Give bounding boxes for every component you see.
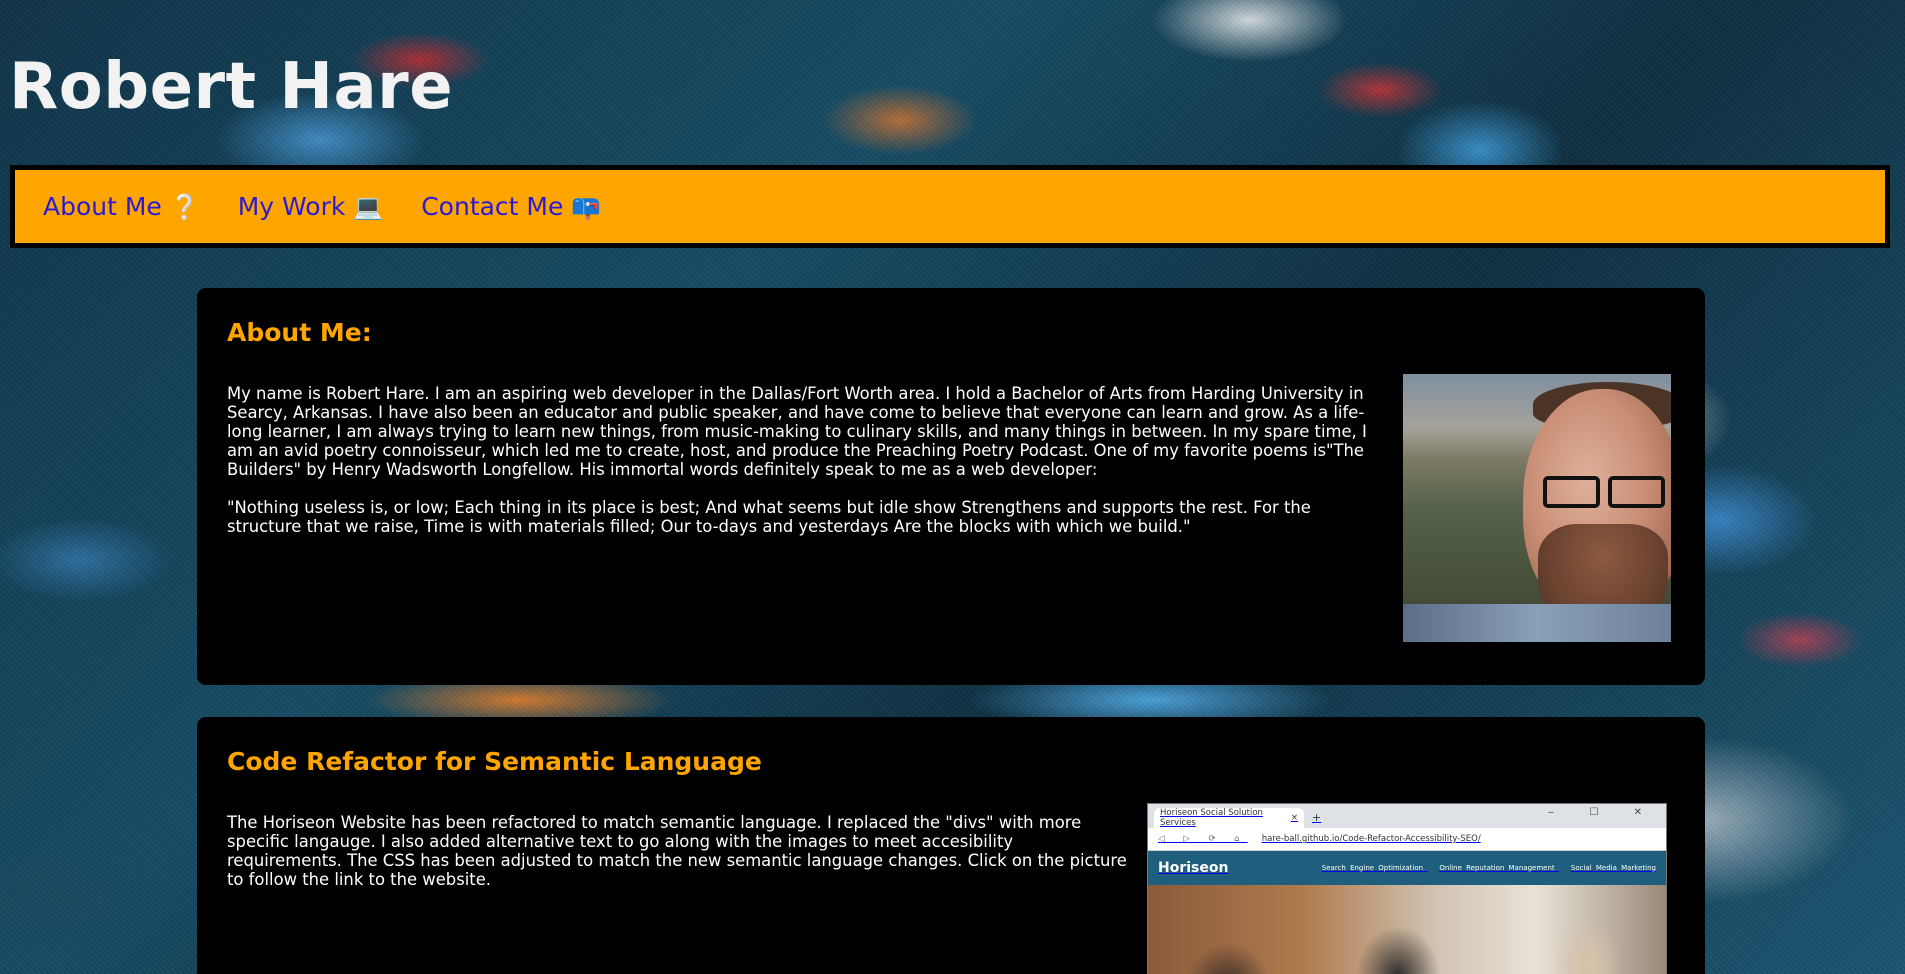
site-link: Social Media Marketing [1570, 864, 1656, 872]
project-description: The Horiseon Website has been refactored… [227, 813, 1132, 908]
project-heading: Code Refactor for Semantic Language [227, 747, 762, 776]
browser-address-bar: ◁ ▷ ⟳ ⌂ hare-ball.github.io/Code-Refacto… [1148, 828, 1666, 851]
about-me-section: About Me: My name is Robert Hare. I am a… [197, 288, 1705, 685]
site-nav-preview: Search Engine Optimization Online Reputa… [1310, 864, 1656, 872]
nav-link-my-work[interactable]: My Work 💻 [238, 192, 384, 221]
nav-link-label: About Me [43, 192, 162, 221]
question-mark-icon: ❔ [169, 192, 200, 221]
nav-link-label: Contact Me [421, 192, 564, 221]
profile-photo [1403, 374, 1671, 642]
about-me-heading: About Me: [227, 318, 372, 347]
new-tab-icon: + [1312, 811, 1322, 824]
nav-link-contact-me[interactable]: Contact Me 📪 [421, 192, 601, 221]
page-header: Robert Hare [0, 0, 1905, 165]
site-link: Online Reputation Management [1439, 864, 1555, 872]
site-link: Search Engine Optimization [1321, 864, 1424, 872]
window-controls: ‒ ☐ ✕ [1547, 807, 1658, 818]
project-screenshot-link[interactable]: Horiseon Social Solution Services × + ‒ … [1147, 803, 1667, 974]
site-hero-photo [1148, 885, 1666, 974]
browser-url: hare-ball.github.io/Code-Refactor-Access… [1261, 834, 1481, 844]
close-icon: × [1290, 813, 1298, 823]
about-me-paragraph: My name is Robert Hare. I am an aspiring… [227, 384, 1367, 479]
browser-tab-title: Horiseon Social Solution Services [1160, 808, 1263, 828]
browser-nav-icons: ◁ ▷ ⟳ ⌂ [1158, 834, 1248, 844]
laptop-icon: 💻 [353, 192, 384, 221]
my-work-section: Code Refactor for Semantic Language The … [197, 717, 1705, 974]
site-header-preview: Horiseon Search Engine Optimization Onli… [1148, 851, 1666, 885]
about-me-text: My name is Robert Hare. I am an aspiring… [227, 384, 1377, 555]
nav-link-about-me[interactable]: About Me ❔ [43, 192, 200, 221]
project-paragraph: The Horiseon Website has been refactored… [227, 813, 1127, 889]
nav-link-label: My Work [237, 192, 346, 221]
browser-tab-bar: Horiseon Social Solution Services × + ‒ … [1148, 804, 1666, 828]
main-nav: About Me ❔ My Work 💻 Contact Me 📪 [10, 165, 1890, 248]
site-brand: Horiseon [1158, 860, 1229, 876]
browser-tab: Horiseon Social Solution Services × [1154, 808, 1304, 828]
about-me-quote: "Nothing useless is, or low; Each thing … [227, 498, 1311, 536]
mailbox-icon: 📪 [571, 192, 602, 221]
page-title: Robert Hare [9, 50, 454, 124]
